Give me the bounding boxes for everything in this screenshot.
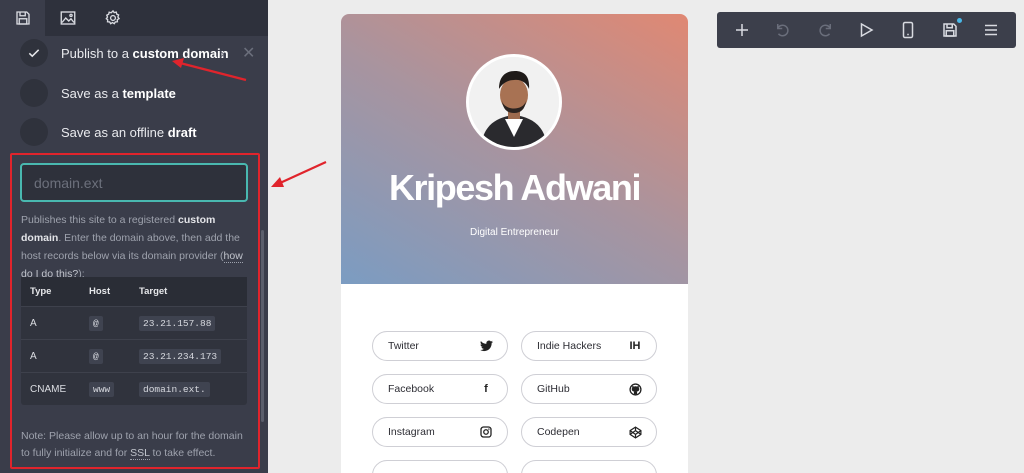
record-host-cell: www bbox=[81, 381, 131, 397]
option-publish-custom-domain[interactable]: Publish to a custom domain › ✕ bbox=[20, 39, 265, 67]
record-target: domain.ext. bbox=[139, 381, 210, 397]
record-host: @ bbox=[89, 348, 103, 364]
link-button-twitter[interactable]: Twitter bbox=[372, 331, 508, 361]
undo-button[interactable] bbox=[771, 18, 795, 42]
profile-name: Kripesh Adwani bbox=[388, 167, 642, 208]
option-save-template[interactable]: Save as a template bbox=[20, 79, 265, 107]
header-type: Type bbox=[30, 286, 52, 297]
unsaved-indicator bbox=[956, 18, 962, 23]
close-icon[interactable]: ✕ bbox=[242, 43, 255, 63]
facebook-icon: f bbox=[484, 383, 488, 395]
ssl-note: Note: Please allow up to an hour for the… bbox=[21, 430, 243, 460]
record-host-cell: @ bbox=[81, 348, 131, 364]
gear-icon bbox=[104, 9, 120, 25]
person-icon bbox=[469, 57, 559, 147]
header-target: Target bbox=[139, 286, 168, 297]
tab-image[interactable] bbox=[45, 0, 90, 36]
table-row: A @ 23.21.157.88 bbox=[21, 306, 247, 339]
link-button-facebook[interactable]: Facebook f bbox=[372, 374, 508, 404]
link-button-indie-hackers[interactable]: Indie Hackers IH bbox=[521, 331, 657, 361]
chevron-right-icon[interactable]: › bbox=[220, 45, 225, 61]
avatar-photo bbox=[469, 57, 559, 147]
record-target-cell: 23.21.234.173 bbox=[131, 348, 247, 364]
codepen-icon bbox=[628, 425, 642, 439]
link-button-partial[interactable] bbox=[521, 460, 657, 473]
link-button-partial[interactable] bbox=[372, 460, 508, 473]
record-type: CNAME bbox=[30, 383, 67, 395]
domain-description: Publishes this site to a registered cust… bbox=[21, 214, 243, 281]
record-host: www bbox=[89, 381, 115, 397]
link-label: Instagram bbox=[388, 426, 435, 438]
check-icon bbox=[28, 49, 40, 58]
option-label: Save as a template bbox=[61, 85, 176, 101]
link-button-codepen[interactable]: Codepen bbox=[521, 417, 657, 447]
undo-icon bbox=[777, 24, 789, 37]
option-label: Publish to a custom domain bbox=[61, 45, 229, 61]
domain-input[interactable] bbox=[20, 163, 248, 202]
record-host: @ bbox=[89, 315, 103, 331]
link-button-github[interactable]: GitHub bbox=[521, 374, 657, 404]
tab-save[interactable] bbox=[0, 0, 45, 36]
option-label: Save as an offline draft bbox=[61, 124, 197, 140]
table-row: A @ 23.21.234.173 bbox=[21, 339, 247, 372]
editor-toolbar bbox=[717, 12, 1016, 48]
record-type: A bbox=[30, 317, 37, 329]
record-type: A bbox=[30, 350, 37, 362]
header-host: Host bbox=[89, 286, 111, 297]
profile-card: Kripesh Adwani Digital Entrepreneur Twit… bbox=[341, 14, 688, 473]
avatar bbox=[466, 54, 562, 150]
panel-tabs bbox=[0, 0, 268, 36]
tab-settings[interactable] bbox=[90, 0, 135, 36]
redo-icon bbox=[819, 24, 831, 37]
panel-scrollbar[interactable] bbox=[261, 230, 264, 422]
twitter-icon bbox=[479, 339, 493, 353]
link-label: Facebook bbox=[388, 383, 435, 395]
save-button[interactable] bbox=[938, 18, 962, 42]
mobile-icon bbox=[902, 21, 914, 39]
link-label: Codepen bbox=[537, 426, 580, 438]
link-label: GitHub bbox=[537, 383, 570, 395]
record-host-cell: @ bbox=[81, 315, 131, 331]
indie-hackers-icon: IH bbox=[629, 340, 641, 352]
preview-button[interactable] bbox=[854, 18, 878, 42]
record-target-cell: domain.ext. bbox=[131, 381, 247, 397]
save-icon bbox=[15, 11, 30, 25]
play-icon bbox=[861, 22, 874, 38]
option-save-offline-draft[interactable]: Save as an offline draft bbox=[20, 118, 265, 146]
annotation-arrow-mid bbox=[271, 160, 327, 187]
instagram-icon bbox=[479, 425, 493, 439]
radio-circle[interactable] bbox=[20, 79, 48, 107]
link-label: Twitter bbox=[388, 340, 419, 352]
link-button-instagram[interactable]: Instagram bbox=[372, 417, 508, 447]
publish-panel: Publish to a custom domain › ✕ Save as a… bbox=[0, 0, 268, 473]
github-icon bbox=[628, 382, 642, 396]
redo-button[interactable] bbox=[813, 18, 837, 42]
table-row: CNAME www domain.ext. bbox=[21, 372, 247, 405]
host-records-table: Type Host Target A @ 23.21.157.88 A @ 23… bbox=[21, 277, 247, 405]
add-icon bbox=[735, 24, 748, 36]
record-target-cell: 23.21.157.88 bbox=[131, 315, 247, 331]
menu-icon bbox=[985, 24, 998, 36]
add-button[interactable] bbox=[730, 18, 754, 42]
menu-button[interactable] bbox=[979, 18, 1003, 42]
check-circle[interactable] bbox=[20, 39, 48, 67]
profile-subtitle: Digital Entrepreneur bbox=[470, 227, 559, 238]
record-target: 23.21.157.88 bbox=[139, 315, 216, 331]
image-icon bbox=[60, 11, 75, 25]
radio-circle[interactable] bbox=[20, 118, 48, 146]
save-icon bbox=[942, 23, 957, 37]
ssl-link[interactable]: SSL bbox=[130, 447, 150, 460]
mobile-view-button[interactable] bbox=[896, 18, 920, 42]
record-target: 23.21.234.173 bbox=[139, 348, 222, 364]
link-label: Indie Hackers bbox=[537, 340, 602, 352]
profile-hero: Kripesh Adwani Digital Entrepreneur bbox=[341, 14, 688, 284]
table-header: Type Host Target bbox=[21, 277, 247, 306]
